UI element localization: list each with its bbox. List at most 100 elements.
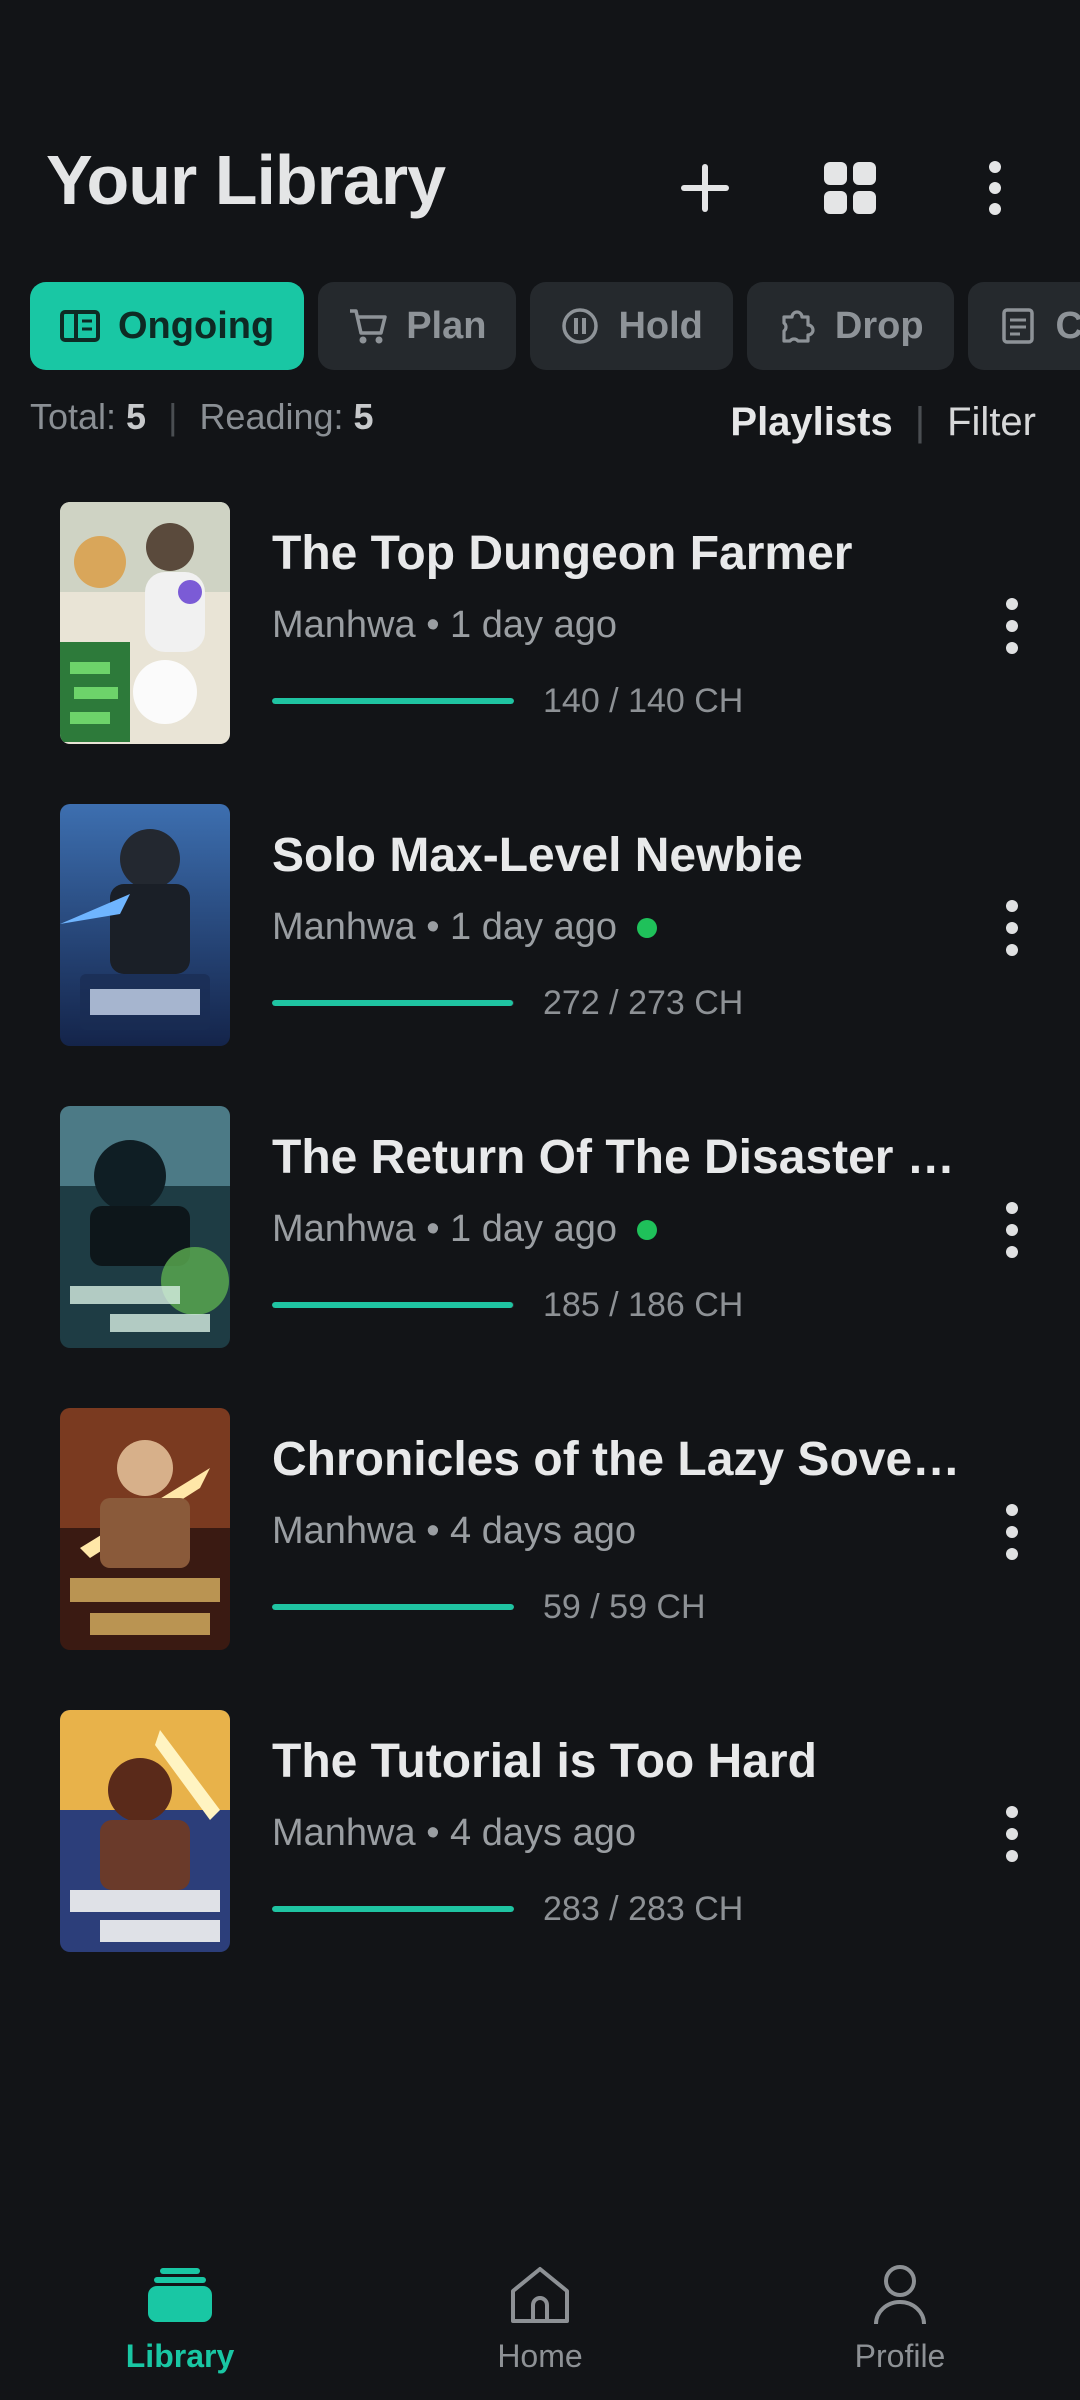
overflow-menu-button[interactable] bbox=[955, 148, 1035, 228]
total-label: Total: bbox=[30, 396, 127, 437]
playlists-link[interactable]: Playlists bbox=[730, 400, 892, 445]
dot bbox=[1006, 922, 1018, 934]
item-meta-text: Manhwa • 4 days ago bbox=[272, 1510, 636, 1552]
item-more-button[interactable] bbox=[982, 888, 1042, 968]
reading-label: Reading: bbox=[199, 396, 354, 437]
item-meta: Manhwa • 1 day ago bbox=[272, 604, 617, 647]
more-vertical-icon bbox=[1006, 900, 1018, 912]
progress-bar bbox=[272, 1906, 514, 1912]
progress-bar bbox=[272, 698, 514, 704]
library-stack-icon bbox=[140, 2260, 220, 2330]
progress-fill bbox=[272, 1604, 514, 1610]
chip-completed[interactable]: C bbox=[967, 282, 1080, 370]
item-title: The Tutorial is Too Hard bbox=[272, 1735, 817, 1788]
nav-label: Home bbox=[497, 2338, 583, 2374]
item-title: The Return Of The Disaster C... bbox=[272, 1131, 972, 1184]
app-header: Your Library bbox=[0, 130, 1080, 235]
item-meta: Manhwa • 4 days ago bbox=[272, 1812, 636, 1855]
grid-icon bbox=[824, 162, 876, 214]
document-icon bbox=[998, 306, 1038, 346]
item-more-button[interactable] bbox=[982, 1794, 1042, 1874]
chapter-count: 283 / 283 CH bbox=[543, 1890, 744, 1928]
item-title: The Top Dungeon Farmer bbox=[272, 527, 853, 580]
chip-label: Drop bbox=[834, 304, 924, 347]
nav-profile[interactable]: Profile bbox=[720, 2230, 1080, 2400]
item-meta: Manhwa • 1 day ago bbox=[272, 906, 657, 949]
cover-image bbox=[60, 804, 230, 1046]
cart-icon bbox=[348, 306, 388, 346]
chip-label: Ongoing bbox=[118, 304, 275, 347]
links-separator: | bbox=[914, 400, 926, 444]
total-value: 5 bbox=[126, 396, 147, 437]
nav-library[interactable]: Library bbox=[0, 2230, 360, 2400]
status-chips: Ongoing Plan Hold Drop C bbox=[30, 282, 1080, 370]
reading-value: 5 bbox=[353, 396, 374, 437]
cover-image bbox=[60, 1106, 230, 1348]
more-vertical-icon bbox=[1006, 1806, 1018, 1818]
item-title: Chronicles of the Lazy Sovere... bbox=[272, 1433, 972, 1486]
item-meta-text: Manhwa • 4 days ago bbox=[272, 1812, 636, 1854]
page-title: Your Library bbox=[46, 141, 446, 219]
nav-label: Library bbox=[125, 2338, 235, 2374]
progress-fill bbox=[272, 1906, 514, 1912]
list-item[interactable]: Solo Max-Level Newbie Manhwa • 1 day ago… bbox=[0, 802, 1080, 1104]
chip-plan[interactable]: Plan bbox=[318, 282, 517, 370]
more-vertical-icon bbox=[989, 161, 1001, 215]
cover-image bbox=[60, 502, 230, 744]
dot bbox=[1006, 620, 1018, 632]
chapter-count: 140 / 140 CH bbox=[543, 682, 744, 720]
chip-drop[interactable]: Drop bbox=[746, 282, 954, 370]
list-item[interactable]: The Top Dungeon Farmer Manhwa • 1 day ag… bbox=[0, 500, 1080, 802]
person-icon bbox=[860, 2260, 940, 2330]
progress-fill bbox=[272, 698, 514, 704]
bottom-navigation: Library Home Profile bbox=[0, 2230, 1080, 2400]
library-stats: Total: 5 | Reading: 5 bbox=[30, 396, 374, 438]
dot bbox=[1006, 642, 1018, 654]
chip-ongoing[interactable]: Ongoing bbox=[30, 282, 305, 370]
item-title: Solo Max-Level Newbie bbox=[272, 829, 803, 882]
nav-label: Profile bbox=[854, 2338, 946, 2374]
grid-view-button[interactable] bbox=[810, 148, 890, 228]
item-more-button[interactable] bbox=[982, 1190, 1042, 1270]
item-meta-text: Manhwa • 1 day ago bbox=[272, 1208, 617, 1250]
more-vertical-icon bbox=[1006, 1504, 1018, 1516]
chapter-count: 59 / 59 CH bbox=[543, 1588, 706, 1626]
item-meta-text: Manhwa • 1 day ago bbox=[272, 604, 617, 646]
dot bbox=[1006, 1224, 1018, 1236]
more-vertical-icon bbox=[1006, 1202, 1018, 1214]
progress-bar bbox=[272, 1302, 514, 1308]
book-open-icon bbox=[60, 306, 100, 346]
puzzle-icon bbox=[777, 306, 817, 346]
chip-label: Plan bbox=[406, 304, 487, 347]
add-button[interactable] bbox=[665, 148, 745, 228]
list-item[interactable]: Chronicles of the Lazy Sovere... Manhwa … bbox=[0, 1406, 1080, 1708]
home-icon bbox=[500, 2260, 580, 2330]
cover-image bbox=[60, 1408, 230, 1650]
new-chapter-dot bbox=[636, 917, 657, 938]
chapter-count: 272 / 273 CH bbox=[543, 984, 744, 1022]
stats-separator: | bbox=[168, 396, 178, 437]
dot bbox=[1006, 1246, 1018, 1258]
library-list: The Top Dungeon Farmer Manhwa • 1 day ag… bbox=[0, 500, 1080, 2010]
item-more-button[interactable] bbox=[982, 586, 1042, 666]
chip-hold[interactable]: Hold bbox=[530, 282, 733, 370]
chapter-count: 185 / 186 CH bbox=[543, 1286, 744, 1324]
progress-fill bbox=[272, 1302, 513, 1308]
nav-home[interactable]: Home bbox=[360, 2230, 720, 2400]
chip-label: Hold bbox=[618, 304, 703, 347]
pause-circle-icon bbox=[560, 306, 600, 346]
dot bbox=[1006, 1548, 1018, 1560]
list-actions: Playlists | Filter bbox=[730, 400, 1036, 445]
chip-label: C bbox=[1055, 304, 1080, 347]
progress-bar bbox=[272, 1604, 514, 1610]
cover-image bbox=[60, 1710, 230, 1952]
filter-link[interactable]: Filter bbox=[947, 400, 1036, 445]
new-chapter-dot bbox=[636, 1219, 657, 1240]
item-more-button[interactable] bbox=[982, 1492, 1042, 1572]
progress-fill bbox=[272, 1000, 514, 1006]
item-meta: Manhwa • 4 days ago bbox=[272, 1510, 636, 1553]
progress-bar bbox=[272, 1000, 514, 1006]
dot bbox=[1006, 944, 1018, 956]
list-item[interactable]: The Return Of The Disaster C... Manhwa •… bbox=[0, 1104, 1080, 1406]
list-item[interactable]: The Tutorial is Too Hard Manhwa • 4 days… bbox=[0, 1708, 1080, 2010]
